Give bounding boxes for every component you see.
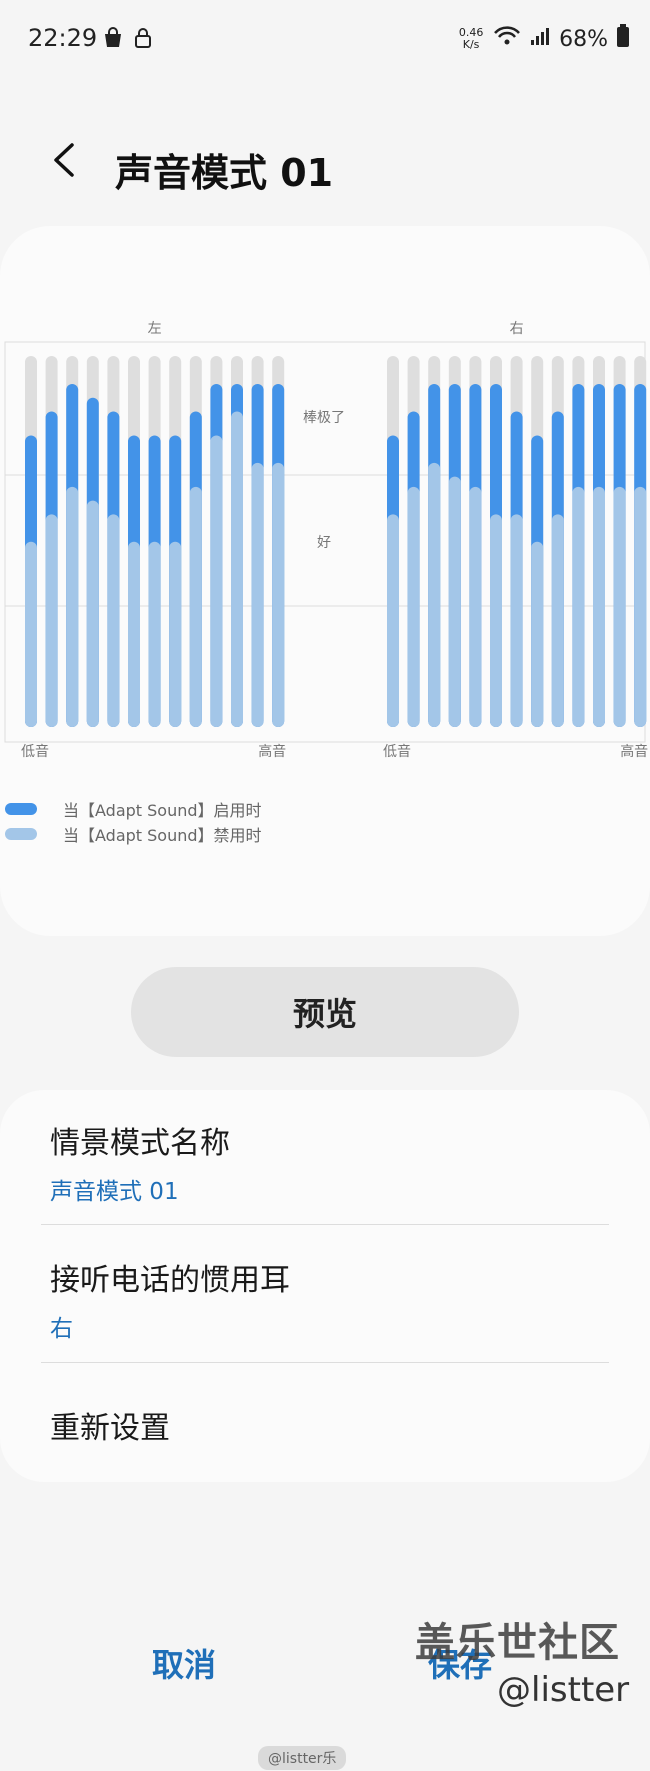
bar-disabled [510, 514, 523, 727]
panel-label: 右 [510, 321, 524, 337]
divider [41, 1362, 609, 1363]
bar-disabled [572, 486, 585, 727]
lock-icon [134, 27, 152, 53]
app-bar: 声音模式 01 [0, 110, 650, 220]
bar-disabled [490, 514, 502, 727]
bar-disabled [613, 486, 626, 727]
call-ear-item[interactable]: 接听电话的惯用耳 右 [50, 1255, 610, 1343]
signal-icon [529, 25, 551, 53]
legend-item-enabled: 当【Adapt Sound】启用时 [5, 796, 262, 821]
chart-legend: 当【Adapt Sound】启用时 当【Adapt Sound】禁用时 [5, 796, 262, 846]
equalizer-chart-card: 棒极了好 左低音 高音 右低音 高音 当【Adapt Sound】启用时 当【Adapt… [0, 226, 650, 936]
bar-disabled [387, 514, 399, 727]
status-bar: 22:29 0.46 K/s 68% [0, 0, 650, 80]
call-ear-title: 接听电话的惯用耳 [50, 1263, 290, 1298]
scenario-name-value: 声音模式 01 [50, 1179, 179, 1205]
bar-disabled [469, 486, 482, 727]
handle-watermark: @listter [497, 1670, 630, 1710]
high-freq-label: 高音 [620, 743, 648, 760]
bar-disabled [272, 462, 285, 727]
community-watermark: 盖乐世社区 [415, 1620, 620, 1666]
wifi-icon [493, 25, 521, 53]
weibo-watermark: @listter乐 [258, 1746, 347, 1770]
legend-swatch-disabled [5, 827, 37, 840]
bar-disabled [407, 486, 420, 727]
level-label: 好 [317, 535, 331, 551]
bar-disabled [231, 411, 243, 727]
legend-swatch-enabled [5, 802, 37, 815]
bar-disabled [634, 486, 647, 727]
bar-disabled [25, 541, 37, 727]
bar-disabled [593, 486, 605, 727]
legend-label-enabled: 当【Adapt Sound】启用时 [63, 800, 262, 820]
legend-item-disabled: 当【Adapt Sound】禁用时 [5, 821, 262, 846]
bar-disabled [86, 500, 99, 727]
back-button[interactable] [40, 135, 90, 185]
preview-button[interactable]: 预览 [131, 967, 519, 1057]
shopping-bag-icon [102, 27, 124, 53]
low-freq-label: 低音 [21, 743, 49, 760]
level-label: 棒极了 [303, 410, 345, 426]
status-time: 22:29 [28, 24, 98, 52]
settings-card: 情景模式名称 声音模式 01 接听电话的惯用耳 右 重新设置 [0, 1090, 650, 1482]
low-freq-label: 低音 [383, 743, 411, 760]
high-freq-label: 高音 [258, 743, 286, 760]
bar-disabled [189, 486, 202, 727]
reset-item[interactable]: 重新设置 [50, 1403, 610, 1447]
divider [41, 1224, 609, 1225]
legend-label-disabled: 当【Adapt Sound】禁用时 [63, 825, 262, 845]
bar-disabled [448, 476, 461, 727]
reset-title: 重新设置 [50, 1411, 170, 1446]
bar-disabled [428, 462, 441, 727]
back-chevron-icon [40, 143, 90, 189]
bar-disabled [45, 514, 58, 727]
scenario-name-title: 情景模式名称 [50, 1126, 230, 1161]
page-title: 声音模式 01 [115, 151, 334, 195]
bar-disabled [531, 541, 544, 727]
battery-percent: 68% [559, 26, 608, 52]
bar-disabled [551, 514, 564, 727]
bar-disabled [128, 541, 140, 727]
bar-disabled [169, 541, 182, 727]
scenario-name-item[interactable]: 情景模式名称 声音模式 01 [50, 1118, 610, 1206]
bar-disabled [251, 462, 264, 727]
bar-disabled [107, 514, 120, 727]
battery-icon [616, 24, 630, 54]
call-ear-value: 右 [50, 1316, 73, 1342]
bar-disabled [148, 541, 161, 727]
bar-disabled [66, 486, 79, 727]
net-speed: 0.46 K/s [458, 26, 484, 51]
panel-label: 左 [148, 321, 162, 337]
bar-disabled [210, 435, 223, 727]
cancel-button[interactable]: 取消 [152, 1640, 216, 1686]
